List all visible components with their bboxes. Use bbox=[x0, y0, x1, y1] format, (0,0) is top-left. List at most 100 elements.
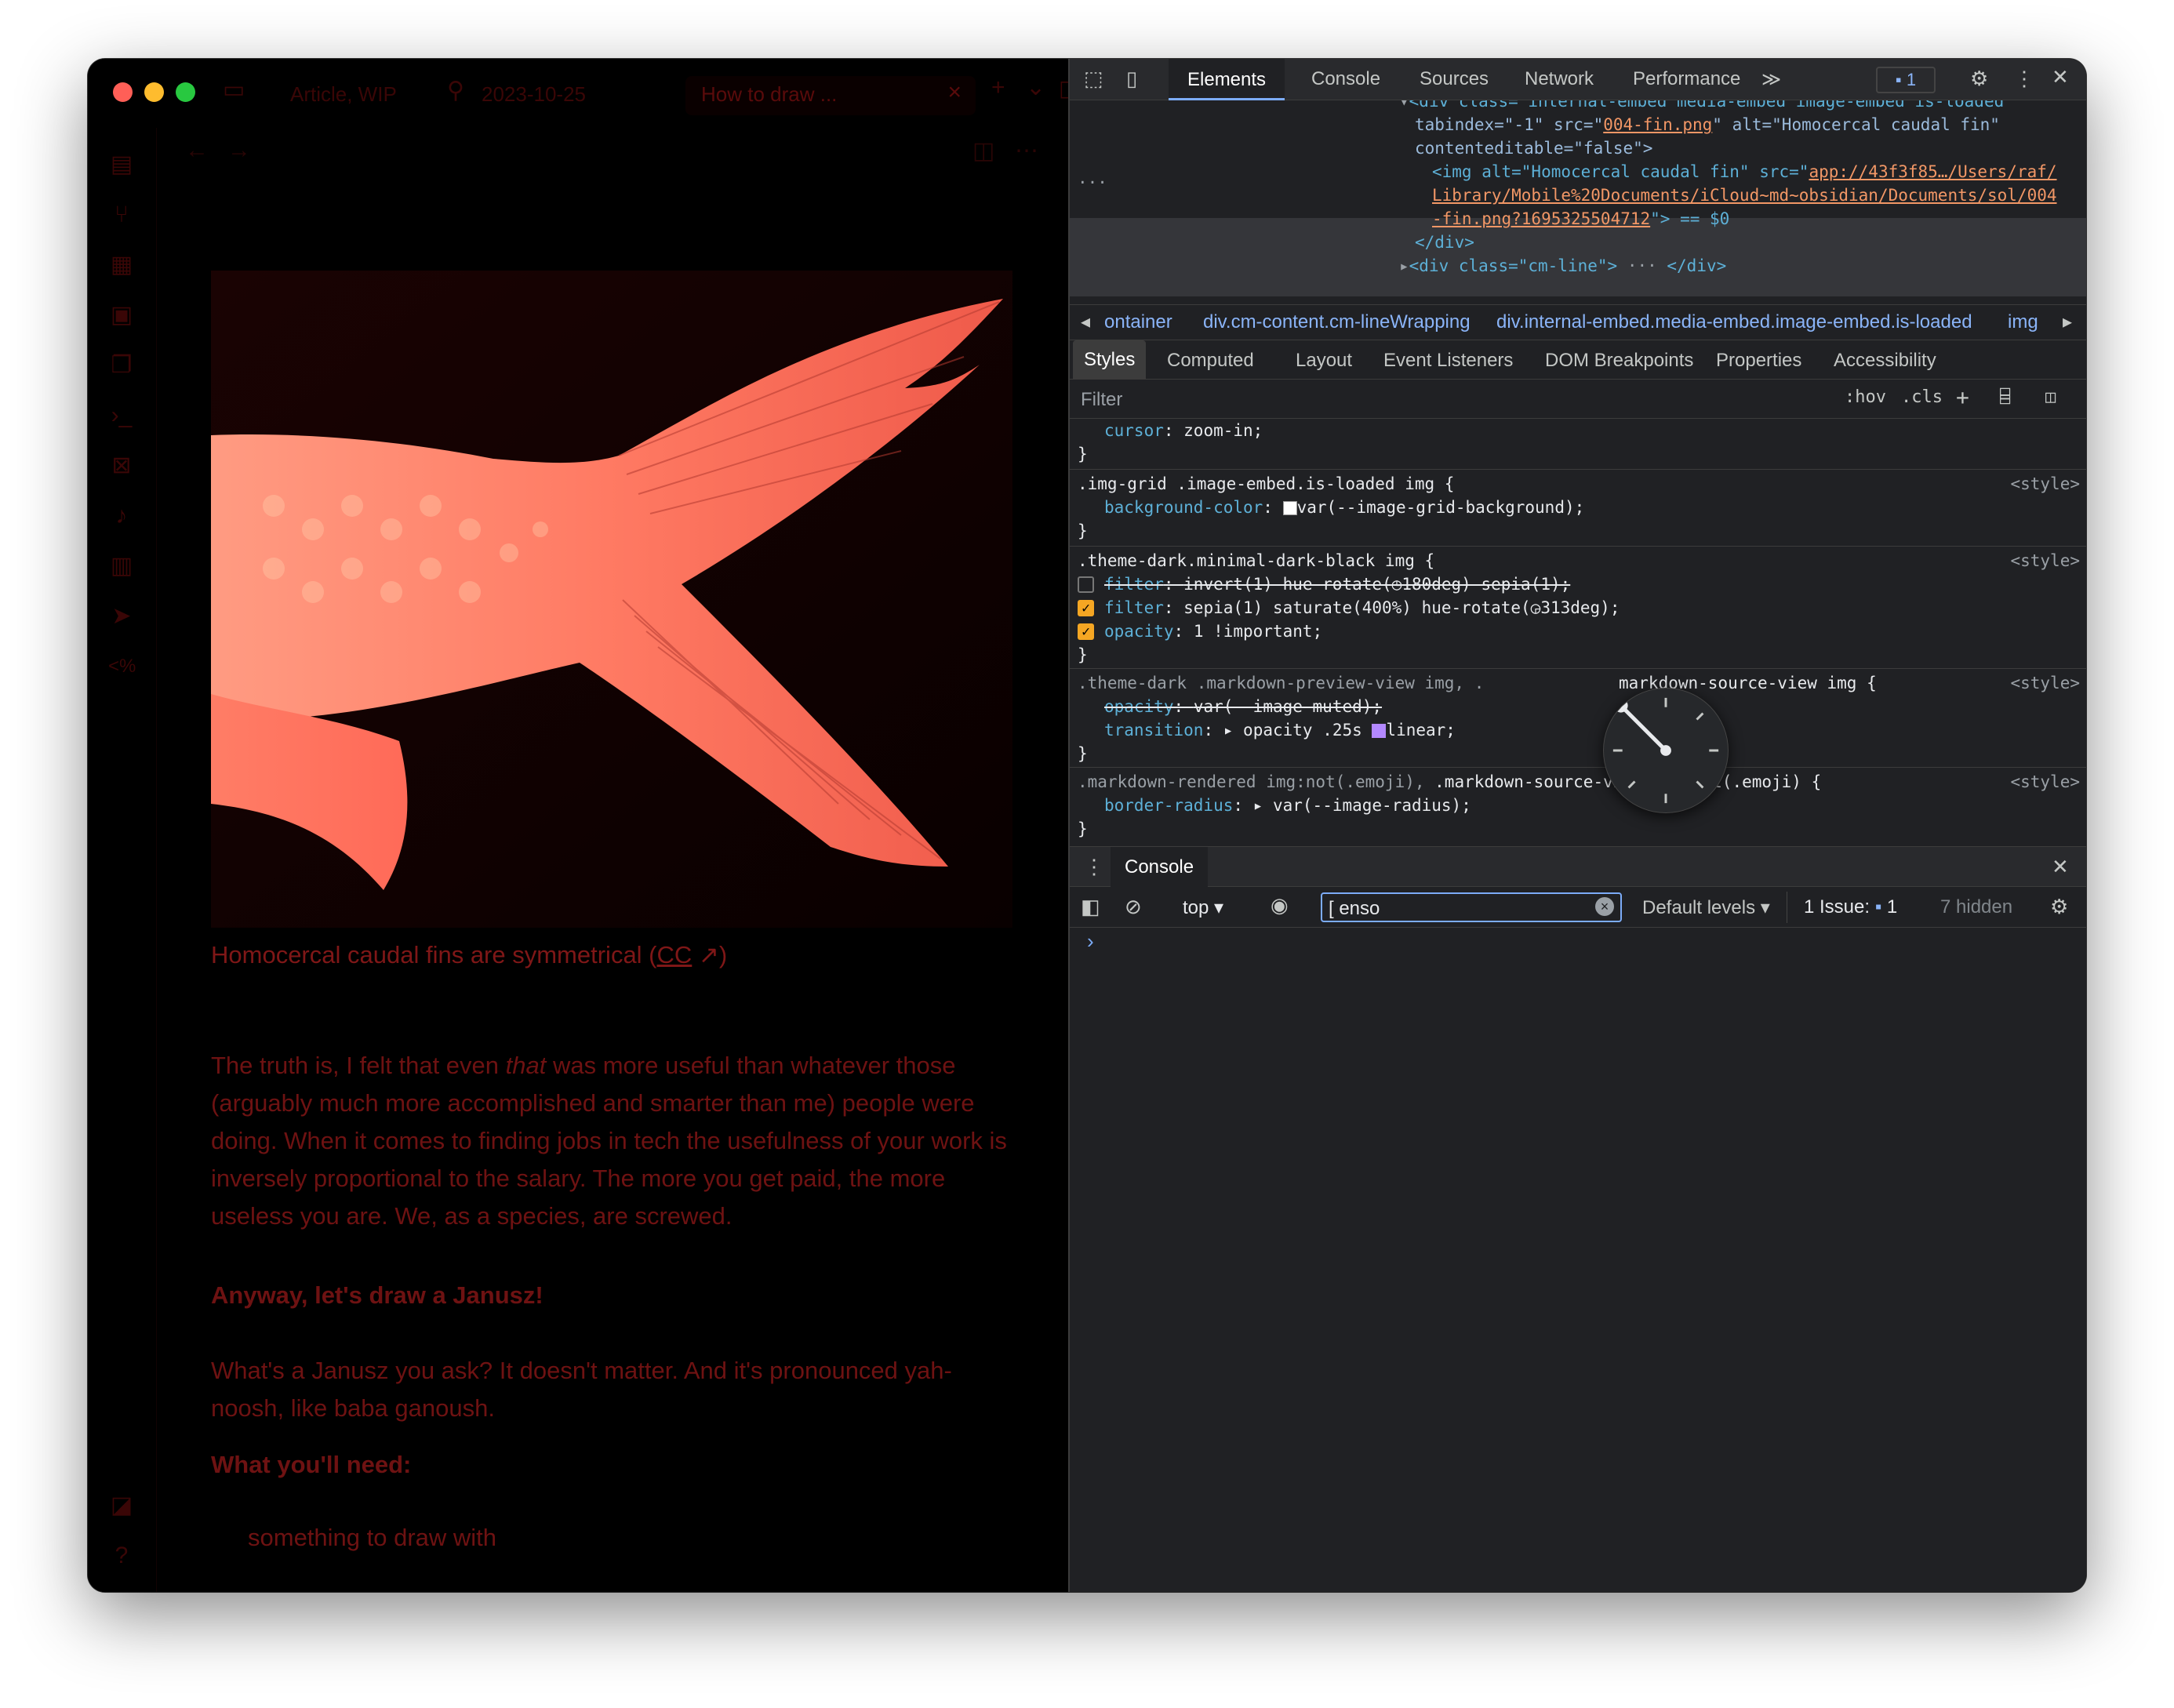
clear-filter-icon[interactable]: × bbox=[1595, 897, 1614, 916]
dom-img-src-query[interactable]: -fin.png?1695325504712 bbox=[1432, 209, 1650, 228]
clear-console-icon[interactable]: ⊘ bbox=[1125, 895, 1142, 919]
inspect-element-icon[interactable]: ⬚ bbox=[1084, 67, 1103, 91]
drawer-tab-console[interactable]: Console bbox=[1111, 847, 1209, 887]
breadcrumb-item[interactable]: div.internal-embed.media-embed.image-emb… bbox=[1496, 305, 1972, 340]
tab-group-label[interactable]: Article, WIP bbox=[290, 82, 397, 107]
close-tab-icon[interactable]: × bbox=[947, 79, 962, 106]
issues-badge[interactable]: ▪ 1 bbox=[1876, 67, 1936, 93]
gear-icon[interactable]: ⚙ bbox=[1970, 67, 1988, 91]
vault-icon[interactable]: ◪ bbox=[108, 1492, 135, 1519]
dom-line-1[interactable]: ▾<div class="internal-embed media-embed … bbox=[1399, 100, 2014, 113]
minimize-window-button[interactable] bbox=[144, 82, 164, 102]
dom-line-5[interactable]: Library/Mobile%20Documents/iCloud~md~obs… bbox=[1432, 184, 2057, 207]
forward-arrow-icon[interactable]: → bbox=[227, 137, 251, 164]
breadcrumb-item[interactable]: ontainer bbox=[1104, 305, 1172, 340]
canvas-icon[interactable]: ▦ bbox=[108, 252, 135, 278]
files-icon[interactable]: ▤ bbox=[108, 151, 135, 178]
reading-view-icon[interactable]: ◫ bbox=[972, 137, 994, 165]
terminal-icon[interactable]: ›_ bbox=[108, 402, 135, 429]
rule0-decl[interactable]: cursor: zoom-in; bbox=[1104, 419, 1263, 442]
tab-computed[interactable]: Computed bbox=[1167, 350, 1254, 372]
tab-elements[interactable]: Elements bbox=[1169, 59, 1285, 100]
default-levels-dropdown[interactable]: Default levels ▾ bbox=[1642, 896, 1770, 919]
dom-line-4[interactable]: <img alt="Homocercal caudal fin" src="ap… bbox=[1432, 160, 2057, 184]
tab-network[interactable]: Network bbox=[1525, 68, 1594, 90]
rule3-selector-a[interactable]: .theme-dark .markdown-preview-view img, … bbox=[1078, 671, 1484, 695]
breadcrumb-scroll-right-icon[interactable]: ▸ bbox=[2063, 305, 2072, 340]
rule-source[interactable]: <style> bbox=[2010, 770, 2080, 794]
rule4-decl[interactable]: border-radius: ▸ var(--image-radius); bbox=[1104, 794, 1471, 817]
dom-line-2[interactable]: tabindex="-1" src="004-fin.png" alt="Hom… bbox=[1415, 113, 2000, 136]
close-drawer-icon[interactable]: ✕ bbox=[2052, 855, 2069, 879]
graph-icon[interactable]: ⑂ bbox=[108, 202, 135, 228]
dom-line-7[interactable]: </div> bbox=[1415, 231, 1474, 254]
eye-icon[interactable]: ◉ bbox=[1271, 893, 1289, 918]
new-rule-icon[interactable]: + bbox=[1956, 384, 1969, 410]
copy-icon[interactable]: ❐ bbox=[108, 352, 135, 379]
tab-console[interactable]: Console bbox=[1311, 68, 1380, 90]
dom-img-src-link[interactable]: app://43f3f85…/Users/raf/ bbox=[1809, 162, 2056, 181]
microphone-icon[interactable]: ♪ bbox=[108, 503, 135, 529]
rule-source[interactable]: <style> bbox=[2010, 671, 2080, 695]
dom-line-3[interactable]: contenteditable="false"> bbox=[1415, 136, 1652, 160]
dom-img-src-path[interactable]: Library/Mobile%20Documents/iCloud~md~obs… bbox=[1432, 186, 2057, 205]
close-icon[interactable]: ✕ bbox=[2052, 65, 2069, 89]
rule2-decl3[interactable]: opacity: 1 !important; bbox=[1104, 620, 1322, 643]
dom-src-link[interactable]: 004-fin.png bbox=[1603, 115, 1712, 134]
tab-layout[interactable]: Layout bbox=[1296, 350, 1352, 372]
send-icon[interactable]: ➤ bbox=[108, 603, 135, 630]
calendar-icon[interactable]: ▣ bbox=[108, 302, 135, 329]
back-arrow-icon[interactable]: ← bbox=[185, 137, 209, 164]
table-icon[interactable]: ▥ bbox=[108, 553, 135, 580]
dom-line-6[interactable]: -fin.png?1695325504712"> == $0 bbox=[1432, 207, 1729, 231]
color-swatch[interactable] bbox=[1282, 501, 1297, 515]
pin-icon[interactable]: ⚲ bbox=[447, 79, 464, 103]
device-toolbar-icon[interactable]: ▯ bbox=[1126, 67, 1137, 91]
tab-event-listeners[interactable]: Event Listeners bbox=[1383, 350, 1513, 372]
sidebar-toggle-icon[interactable]: ◫ bbox=[2045, 387, 2056, 407]
breadcrumb-scroll-left-icon[interactable]: ◂ bbox=[1081, 305, 1090, 340]
kebab-menu-icon[interactable]: ⋮ bbox=[2014, 67, 2034, 91]
rule-source[interactable]: <style> bbox=[2010, 549, 2080, 572]
breadcrumb-item[interactable]: div.cm-content.cm-lineWrapping bbox=[1203, 305, 1471, 340]
tab-styles[interactable]: Styles bbox=[1073, 340, 1147, 380]
rule1-decl[interactable]: background-color: var(--image-grid-backg… bbox=[1104, 496, 1584, 519]
more-tabs-icon[interactable]: ≫ bbox=[1761, 68, 1781, 91]
close-window-button[interactable] bbox=[113, 82, 133, 102]
template-icon[interactable]: <% bbox=[108, 653, 136, 680]
collapsed-ellipsis-icon[interactable]: ··· bbox=[1617, 256, 1667, 275]
active-tab[interactable]: How to draw ... × bbox=[685, 76, 976, 115]
sidebar-toggle-icon[interactable]: ▭ bbox=[223, 78, 245, 102]
tab-sources[interactable]: Sources bbox=[1420, 68, 1489, 90]
drawer-menu-icon[interactable]: ⋮ bbox=[1084, 855, 1104, 879]
tab-accessibility[interactable]: Accessibility bbox=[1834, 350, 1936, 372]
tab-properties[interactable]: Properties bbox=[1716, 350, 1801, 372]
console-prompt[interactable]: › bbox=[1087, 929, 1094, 954]
zoom-window-button[interactable] bbox=[176, 82, 195, 102]
decl-checkbox[interactable] bbox=[1078, 576, 1094, 593]
rule-source[interactable]: <style> bbox=[2010, 472, 2080, 496]
angle-picker-clock[interactable] bbox=[1603, 688, 1729, 813]
expand-triangle-icon[interactable]: ▸ bbox=[1223, 721, 1234, 740]
external-link-icon[interactable]: ↗ bbox=[692, 941, 719, 968]
tab-date[interactable]: 2023-10-25 bbox=[482, 82, 586, 107]
rule3-decl2[interactable]: transition: ▸ opacity .25s linear; bbox=[1104, 718, 1456, 742]
rule2-decl2[interactable]: filter: sepia(1) saturate(400%) hue-rota… bbox=[1104, 596, 1620, 620]
console-sidebar-icon[interactable]: ◧ bbox=[1081, 895, 1100, 919]
chevron-down-icon[interactable]: ⌄ bbox=[1026, 76, 1045, 100]
cls-toggle[interactable]: .cls bbox=[1901, 387, 1943, 407]
console-settings-icon[interactable]: ⚙ bbox=[2050, 895, 2068, 919]
tab-performance[interactable]: Performance bbox=[1633, 68, 1740, 90]
angle-icon[interactable]: ◶ bbox=[1531, 598, 1541, 617]
help-icon[interactable]: ? bbox=[108, 1543, 135, 1569]
decl-checkbox[interactable]: ✓ bbox=[1078, 600, 1094, 616]
dom-ellipsis[interactable]: ··· bbox=[1078, 171, 1107, 194]
expand-triangle-icon[interactable]: ▸ bbox=[1253, 796, 1263, 815]
new-tab-icon[interactable]: + bbox=[991, 76, 1005, 100]
dom-line-8[interactable]: ▸<div class="cm-line"> ··· </div> bbox=[1399, 254, 1726, 278]
paint-icon[interactable]: ⌸ bbox=[2000, 387, 2010, 407]
angle-icon[interactable]: ◷ bbox=[1392, 575, 1402, 594]
tab-dom-breakpoints[interactable]: DOM Breakpoints bbox=[1545, 350, 1693, 372]
issues-button[interactable]: 1 Issue: ▪ 1 bbox=[1804, 896, 1897, 918]
rule2-decl1[interactable]: filter: invert(1) hue-rotate(◷180deg) se… bbox=[1104, 572, 1570, 596]
